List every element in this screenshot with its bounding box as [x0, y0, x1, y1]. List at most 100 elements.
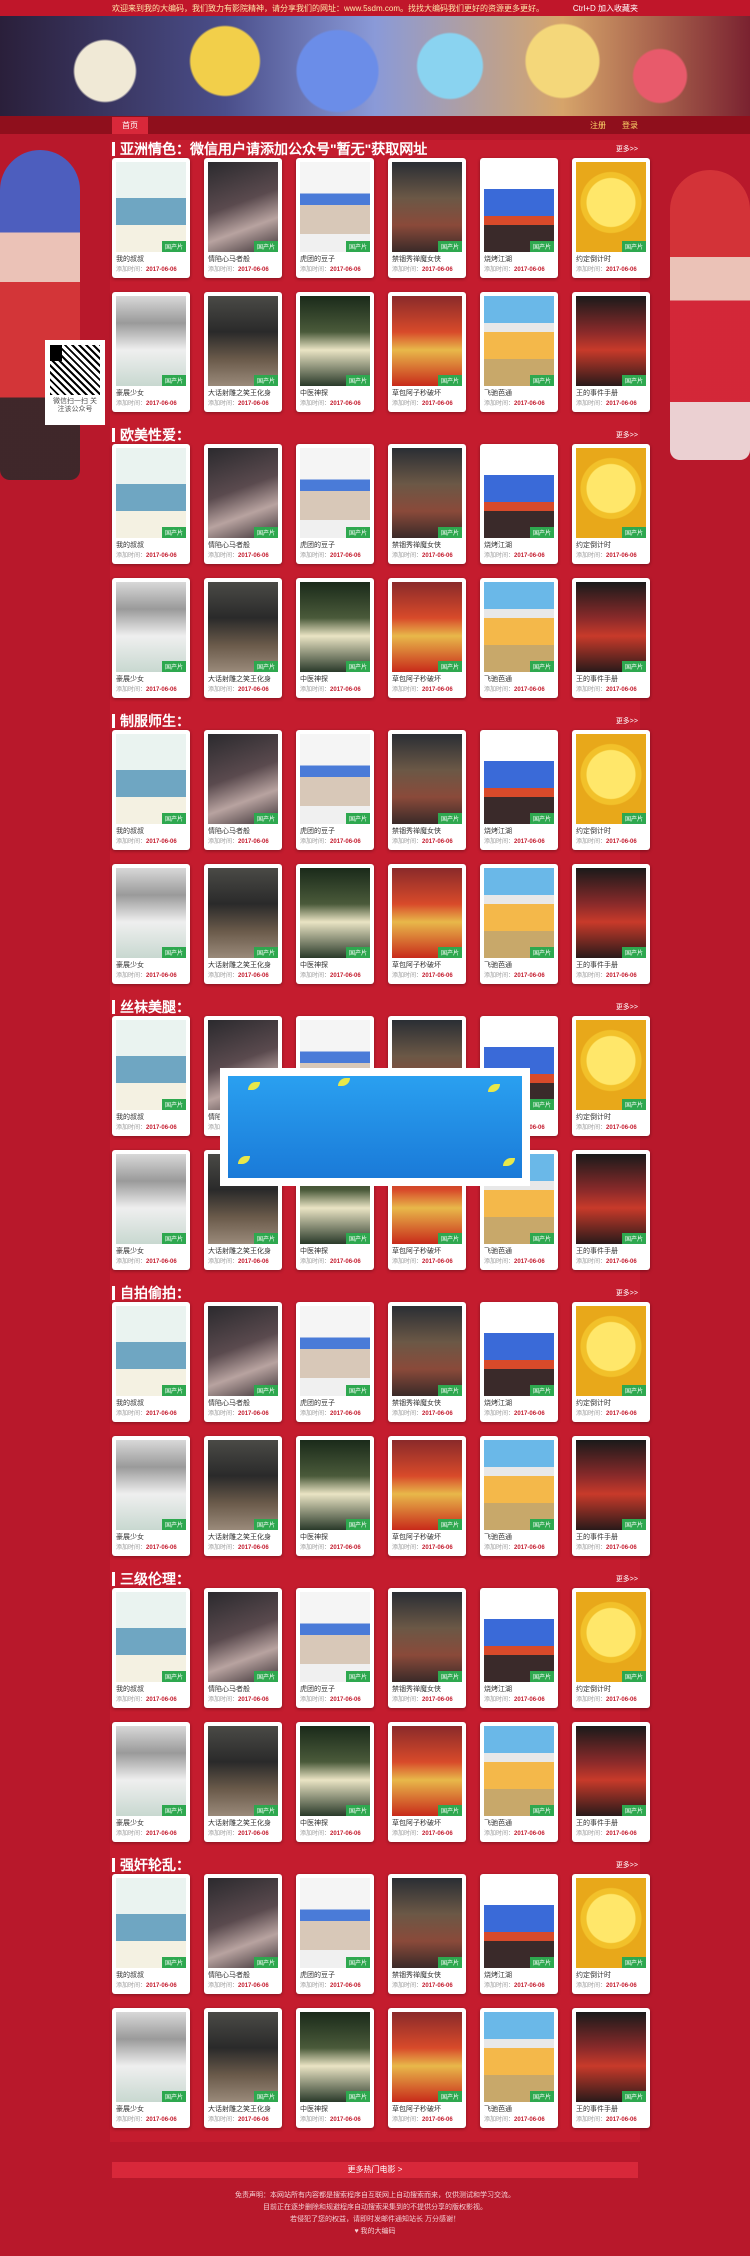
- movie-card[interactable]: 国产片 王的事件手册 添加时间：2017-06-06: [572, 578, 650, 698]
- movie-title[interactable]: 烧烤江湖: [484, 540, 554, 550]
- movie-poster[interactable]: 国产片: [208, 2012, 278, 2102]
- movie-poster[interactable]: 国产片: [484, 1592, 554, 1682]
- movie-title[interactable]: 王的事件手册: [576, 1532, 646, 1542]
- movie-poster[interactable]: 国产片: [576, 1440, 646, 1530]
- movie-card[interactable]: 国产片 王的事件手册 添加时间：2017-06-06: [572, 864, 650, 984]
- movie-title[interactable]: 飞驰芭通: [484, 1532, 554, 1542]
- bookmark-link[interactable]: Ctrl+D 加入收藏夹: [573, 3, 638, 14]
- movie-card[interactable]: 国产片烧烤江湖添加时间：2017-06-06: [480, 1874, 558, 1994]
- movie-poster[interactable]: 国产片: [300, 1878, 370, 1968]
- movie-poster[interactable]: 国产片: [484, 1726, 554, 1816]
- movie-poster[interactable]: 国产片: [392, 734, 462, 824]
- movie-card[interactable]: 国产片 中医神探 添加时间：2017-06-06: [296, 292, 374, 412]
- movie-title[interactable]: 王的事件手册: [576, 674, 646, 684]
- movie-card[interactable]: 国产片 我的叔叔 添加时间：2017-06-06: [112, 158, 190, 278]
- movie-title[interactable]: 豪展少女: [116, 1246, 186, 1256]
- movie-card[interactable]: 国产片情陷心马者般添加时间：2017-06-06: [204, 1874, 282, 1994]
- movie-title[interactable]: 禁锢秀禅魔女侠: [392, 826, 462, 836]
- movie-poster[interactable]: 国产片: [576, 296, 646, 386]
- movie-title[interactable]: 约定倒计时: [576, 254, 646, 264]
- movie-poster[interactable]: 国产片: [576, 1020, 646, 1110]
- movie-title[interactable]: 中医神探: [300, 674, 370, 684]
- movie-card[interactable]: 国产片 豪展少女 添加时间：2017-06-06: [112, 292, 190, 412]
- more-link[interactable]: 更多>>: [616, 1860, 638, 1870]
- movie-card[interactable]: 国产片虎团的豆子添加时间：2017-06-06: [296, 730, 374, 850]
- movie-title[interactable]: 草包阿子秒破坏: [392, 388, 462, 398]
- movie-title[interactable]: 草包阿子秒破坏: [392, 2104, 462, 2114]
- movie-card[interactable]: 国产片 豪展少女 添加时间：2017-06-06: [112, 1150, 190, 1270]
- movie-poster[interactable]: 国产片: [392, 1878, 462, 1968]
- movie-title[interactable]: 情陷心马者般: [208, 826, 278, 836]
- movie-poster[interactable]: 国产片: [300, 2012, 370, 2102]
- movie-title[interactable]: 我的叔叔: [116, 826, 186, 836]
- movie-card[interactable]: 国产片 草包阿子秒破坏 添加时间：2017-06-06: [388, 578, 466, 698]
- movie-card[interactable]: 国产片 约定倒计时 添加时间：2017-06-06: [572, 1588, 650, 1708]
- movie-title[interactable]: 飞驰芭通: [484, 960, 554, 970]
- more-link[interactable]: 更多>>: [616, 430, 638, 440]
- movie-poster[interactable]: 国产片: [300, 296, 370, 386]
- movie-card[interactable]: 国产片 中医神探 添加时间：2017-06-06: [296, 1436, 374, 1556]
- movie-title[interactable]: 烧烤江湖: [484, 1970, 554, 1980]
- movie-poster[interactable]: 国产片: [392, 296, 462, 386]
- movie-title[interactable]: 禁锢秀禅魔女侠: [392, 1684, 462, 1694]
- movie-title[interactable]: 我的叔叔: [116, 1684, 186, 1694]
- movie-title[interactable]: 豪展少女: [116, 960, 186, 970]
- nav-home[interactable]: 首页: [112, 116, 148, 134]
- movie-card[interactable]: 国产片 中医神探 添加时间：2017-06-06: [296, 2008, 374, 2128]
- movie-title[interactable]: 禁锢秀禅魔女侠: [392, 1398, 462, 1408]
- movie-title[interactable]: 草包阿子秒破坏: [392, 960, 462, 970]
- movie-title[interactable]: 大话射雕之笑王化身: [208, 1532, 278, 1542]
- ad-banner[interactable]: [228, 1076, 522, 1178]
- movie-card[interactable]: 国产片 约定倒计时 添加时间：2017-06-06: [572, 1874, 650, 1994]
- movie-title[interactable]: 约定倒计时: [576, 1112, 646, 1122]
- movie-card[interactable]: 国产片烧烤江湖添加时间：2017-06-06: [480, 730, 558, 850]
- movie-poster[interactable]: 国产片: [300, 734, 370, 824]
- movie-title[interactable]: 飞驰芭通: [484, 2104, 554, 2114]
- movie-poster[interactable]: 国产片: [484, 734, 554, 824]
- movie-card[interactable]: 国产片烧烤江湖添加时间：2017-06-06: [480, 444, 558, 564]
- movie-poster[interactable]: 国产片: [208, 1440, 278, 1530]
- movie-title[interactable]: 虎团的豆子: [300, 1398, 370, 1408]
- movie-poster[interactable]: 国产片: [208, 1306, 278, 1396]
- movie-title[interactable]: 王的事件手册: [576, 1818, 646, 1828]
- movie-title[interactable]: 豪展少女: [116, 1532, 186, 1542]
- movie-poster[interactable]: 国产片: [300, 868, 370, 958]
- movie-title[interactable]: 情陷心马者般: [208, 540, 278, 550]
- movie-poster[interactable]: 国产片: [484, 162, 554, 252]
- movie-title[interactable]: 禁锢秀禅魔女侠: [392, 1970, 462, 1980]
- movie-poster[interactable]: 国产片: [208, 868, 278, 958]
- movie-title[interactable]: 草包阿子秒破坏: [392, 1246, 462, 1256]
- movie-poster[interactable]: 国产片: [116, 296, 186, 386]
- movie-poster[interactable]: 国产片: [392, 448, 462, 538]
- movie-title[interactable]: 烧烤江湖: [484, 1398, 554, 1408]
- movie-card[interactable]: 国产片禁锢秀禅魔女侠添加时间：2017-06-06: [388, 730, 466, 850]
- movie-title[interactable]: 大话射雕之笑王化身: [208, 1818, 278, 1828]
- movie-poster[interactable]: 国产片: [116, 1020, 186, 1110]
- movie-card[interactable]: 国产片 王的事件手册 添加时间：2017-06-06: [572, 292, 650, 412]
- movie-card[interactable]: 国产片情陷心马者般添加时间：2017-06-06: [204, 444, 282, 564]
- movie-card[interactable]: 国产片 我的叔叔 添加时间：2017-06-06: [112, 1302, 190, 1422]
- movie-card[interactable]: 国产片虎团的豆子添加时间：2017-06-06: [296, 1874, 374, 1994]
- movie-title[interactable]: 王的事件手册: [576, 388, 646, 398]
- movie-card[interactable]: 国产片 飞驰芭通 添加时间：2017-06-06: [480, 864, 558, 984]
- movie-card[interactable]: 国产片 约定倒计时 添加时间：2017-06-06: [572, 730, 650, 850]
- movie-poster[interactable]: 国产片: [208, 296, 278, 386]
- movie-card[interactable]: 国产片 约定倒计时 添加时间：2017-06-06: [572, 1302, 650, 1422]
- movie-poster[interactable]: 国产片: [116, 1726, 186, 1816]
- movie-title[interactable]: 飞驰芭通: [484, 1246, 554, 1256]
- movie-title[interactable]: 约定倒计时: [576, 1970, 646, 1980]
- movie-poster[interactable]: 国产片: [208, 1878, 278, 1968]
- movie-poster[interactable]: 国产片: [484, 1306, 554, 1396]
- movie-title[interactable]: 中医神探: [300, 960, 370, 970]
- movie-poster[interactable]: 国产片: [300, 1440, 370, 1530]
- movie-poster[interactable]: 国产片: [484, 1878, 554, 1968]
- movie-card[interactable]: 国产片 豪展少女 添加时间：2017-06-06: [112, 1722, 190, 1842]
- movie-poster[interactable]: 国产片: [300, 1592, 370, 1682]
- movie-poster[interactable]: 国产片: [116, 2012, 186, 2102]
- movie-poster[interactable]: 国产片: [484, 868, 554, 958]
- movie-card[interactable]: 国产片 我的叔叔 添加时间：2017-06-06: [112, 1016, 190, 1136]
- movie-card[interactable]: 国产片 王的事件手册 添加时间：2017-06-06: [572, 1722, 650, 1842]
- movie-title[interactable]: 中医神探: [300, 1818, 370, 1828]
- movie-poster[interactable]: 国产片: [208, 1592, 278, 1682]
- movie-poster[interactable]: 国产片: [208, 448, 278, 538]
